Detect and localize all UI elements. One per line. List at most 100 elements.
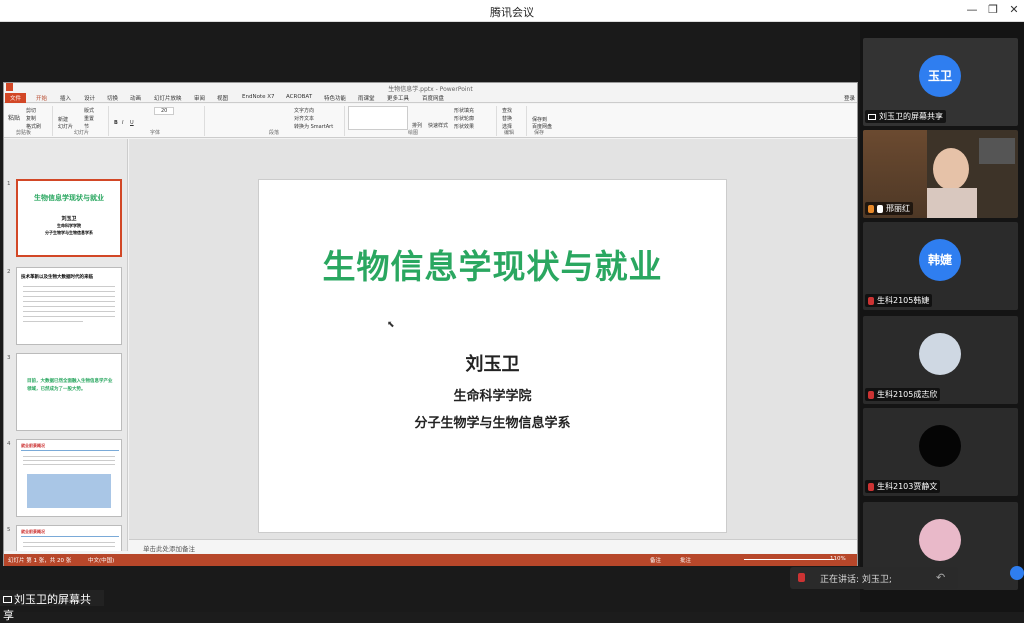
ribbon-separator [496,106,497,136]
participant-name: 生科2103贾静文 [865,480,941,493]
font-size-select[interactable]: 20 [154,107,175,115]
zoom-level[interactable]: 110% [830,556,846,562]
participant-tile[interactable]: 生科2103贾静文 [863,408,1018,496]
avatar: 韩婕 [919,239,961,281]
arrange-button[interactable]: 排列 [412,122,422,129]
thumb-sub1: 生命科学学院 [57,223,81,228]
shape-effects-button[interactable]: 形状效果 [454,123,474,130]
find-button[interactable]: 查找 [502,107,512,114]
scroll-avatar-icon[interactable] [1010,566,1024,580]
slide-thumbnail-3[interactable]: 目前，大数据已然全面融入生物信息学产业领域，已然成为了一股大势。 [16,353,122,431]
tab-view[interactable]: 视图 [217,94,228,102]
zoom-slider[interactable] [744,559,834,560]
slide-count: 幻灯片 第 1 张，共 20 张 [8,558,72,564]
reset-button[interactable]: 重置 [84,115,94,122]
thumb-number: 4 [7,441,11,447]
smartart-button[interactable]: 转换为 SmartArt [294,123,333,130]
tab-slideshow[interactable]: 幻灯片放映 [154,94,182,102]
restore-button[interactable]: ❐ [983,3,1003,16]
tab-more-tools[interactable]: 更多工具 [387,94,409,102]
thumb-title: 就业前景概况 [21,443,45,448]
screen-share-label: 刘玉卫的屏幕共享 [0,590,104,622]
save-baidu-button[interactable]: 保存到 百度网盘 [532,116,552,130]
shapes-gallery[interactable] [348,106,408,130]
tab-baidu[interactable]: 百度网盘 [422,94,444,102]
participant-video-body [927,188,977,218]
tab-acrobat[interactable]: ACROBAT [286,94,312,100]
ribbon-separator [52,106,53,136]
slide-thumbnail-1[interactable]: 生物信息学现状与就业 刘玉卫 生命科学学院 分子生物学与生物信息学系 [16,179,122,257]
align-text-button[interactable]: 对齐文本 [294,115,314,122]
avatar: 玉卫 [919,55,961,97]
cut-button[interactable]: 剪切 [26,107,36,114]
mic-muted-icon [868,390,874,399]
ppt-titlebar: 生物信息学.pptx - PowerPoint [4,83,857,93]
participant-name: 生科2105韩婕 [865,294,933,307]
tab-rainclass[interactable]: 雨课堂 [358,94,375,102]
minimize-button[interactable]: — [962,3,982,16]
copy-button[interactable]: 复制 [26,115,36,122]
thumb-sub2: 分子生物学与生物信息学系 [45,230,93,235]
underline-button[interactable]: U [130,120,134,126]
tab-special[interactable]: 特色功能 [324,94,346,102]
comments-toggle[interactable]: 批注 [680,556,691,564]
participant-video-face [933,148,969,190]
slide-title: 生物信息学现状与就业 [322,247,663,286]
shape-outline-button[interactable]: 形状轮廓 [454,115,474,122]
replace-button[interactable]: 替换 [502,115,512,122]
bold-button[interactable]: B [114,120,118,126]
participant-name: 刘玉卫的屏幕共享 [865,110,946,123]
app-title: 腾讯会议 [490,6,534,19]
screen-share-icon [868,113,876,120]
participant-tile[interactable]: 邢丽红 [863,130,1018,218]
camera-icon [868,204,874,213]
tab-transitions[interactable]: 切换 [107,94,118,102]
thumb-number: 2 [7,269,11,275]
ribbon-separator [204,106,205,136]
participant-tile[interactable]: 韩婕 生科2105韩婕 [863,222,1018,310]
group-paragraph: 段落 [269,130,280,136]
tab-design[interactable]: 设计 [84,94,95,102]
ribbon-separator [108,106,109,136]
ppt-doc-title: 生物信息学.pptx - PowerPoint [388,86,473,93]
monitor-background [979,138,1015,164]
slide-author: 刘玉卫 [465,354,520,375]
slide-department: 生命科学学院 [453,389,532,404]
participant-tile[interactable]: 玉卫 刘玉卫的屏幕共享 [863,38,1018,126]
mic-icon [877,204,883,213]
new-slide-button[interactable]: 新建 幻灯片 [58,116,73,130]
current-slide[interactable]: 生物信息学现状与就业 刘玉卫 生命科学学院 分子生物学与生物信息学系 [258,179,727,533]
paste-button[interactable]: 粘贴 [8,113,20,122]
slide-thumbnail-4[interactable]: 就业前景概况 [16,439,122,517]
quick-styles-button[interactable]: 快速样式 [428,122,448,129]
tab-endnote[interactable]: EndNote X7 [242,94,275,100]
tab-review[interactable]: 审阅 [194,94,205,102]
avatar-photo [919,519,961,561]
tab-file[interactable]: 文件 [5,93,27,103]
slide-thumbnail-2[interactable]: 技术革新以及生物大数据时代的来临 [16,267,122,345]
group-editing: 编辑 [504,130,515,136]
tab-insert[interactable]: 插入 [60,94,71,102]
tab-home[interactable]: 开始 [36,94,47,102]
ribbon-separator [344,106,345,136]
speaking-label: 正在讲话: 刘玉卫; [820,575,892,585]
login-link[interactable]: 登录 [844,94,855,102]
notes-pane[interactable]: 单击此处添加备注 [129,539,857,553]
tab-animations[interactable]: 动画 [130,94,141,102]
italic-button[interactable]: I [122,120,123,126]
mic-muted-icon [868,482,874,491]
close-button[interactable]: ✕ [1004,3,1024,16]
avatar-photo [919,333,961,375]
layout-button[interactable]: 版式 [84,107,94,114]
avatar-photo [919,425,961,467]
thumb-author: 刘玉卫 [61,216,77,222]
shape-fill-button[interactable]: 形状填充 [454,107,474,114]
participant-tile[interactable]: 生科2105成志欣 [863,316,1018,404]
thumb-number: 3 [7,355,11,361]
text-direction-button[interactable]: 文字方向 [294,107,314,114]
slide-thumbnail-5[interactable]: 就业前景概况 [16,525,122,551]
notes-toggle[interactable]: 备注 [650,556,661,564]
powerpoint-window: 生物信息学.pptx - PowerPoint 文件 开始 插入 设计 切换 动… [3,82,858,566]
undo-icon[interactable]: ↶ [936,571,945,584]
mouse-cursor-icon: ⬉ [387,320,395,330]
